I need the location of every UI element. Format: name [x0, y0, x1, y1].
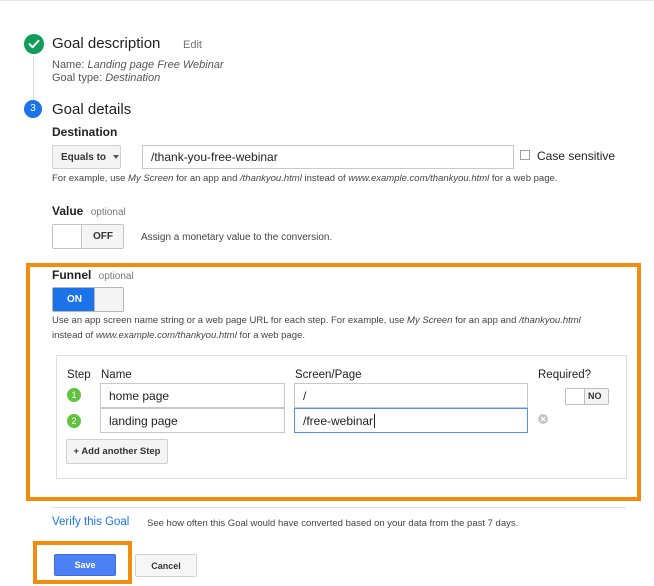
help-text-part: instead of — [52, 330, 96, 341]
destination-input[interactable]: /thank-you-free-webinar — [142, 145, 514, 169]
step-name-input[interactable]: landing page — [100, 408, 285, 433]
step-name-value: home page — [109, 388, 170, 403]
step-name-input[interactable]: home page — [100, 383, 285, 408]
add-step-button[interactable]: + Add another Step — [66, 439, 168, 464]
cancel-button[interactable]: Cancel — [135, 554, 197, 577]
step-screen-input[interactable]: / — [294, 383, 528, 408]
step-number-dot: 1 — [67, 388, 81, 402]
goal-type-value: Destination — [105, 72, 161, 84]
toggle-knob — [94, 288, 123, 311]
goal-type-prefix: Goal type: — [52, 72, 106, 84]
help-text-example: /thankyou.html — [240, 173, 302, 184]
funnel-help-text: Use an app screen name string or a web p… — [52, 313, 622, 343]
step-number-badge: 3 — [24, 100, 42, 118]
value-optional-tag: optional — [90, 207, 126, 218]
step-screen-value: /free-webinar — [303, 413, 374, 428]
help-text-part: for an app and — [452, 315, 519, 326]
step-screen-value: / — [303, 388, 307, 403]
column-step: Step — [67, 369, 91, 381]
help-text-example: www.example.com/thankyou.html — [348, 173, 490, 184]
help-text-example: /thankyou.html — [519, 315, 581, 326]
goal-name-prefix: Name: — [52, 59, 88, 71]
value-label: Value — [52, 204, 84, 218]
goal-type-line: Goal type: Destination — [52, 72, 160, 84]
destination-input-value: /thank-you-free-webinar — [151, 150, 278, 164]
funnel-label: Funnel — [52, 268, 92, 282]
step-connector-line — [33, 56, 34, 102]
column-name: Name — [101, 369, 132, 381]
edit-goal-description-link[interactable]: Edit — [183, 39, 202, 51]
help-text-example: My Screen — [407, 315, 453, 326]
help-text-part: for an app and — [173, 173, 241, 184]
funnel-label-row: Funnel optional — [52, 268, 134, 282]
toggle-knob — [53, 225, 82, 248]
goal-name-value: Landing page Free Webinar — [87, 59, 224, 71]
help-text-part: for a web page. — [236, 330, 305, 341]
column-required: Required? — [538, 369, 592, 381]
funnel-toggle[interactable]: ON — [52, 287, 124, 312]
help-text-part: Use an app screen name string or a web p… — [52, 315, 408, 326]
top-divider — [0, 0, 654, 1]
value-toggle-state: OFF — [93, 231, 113, 242]
help-text-example: www.example.com/thankyou.html — [95, 330, 237, 341]
value-toggle[interactable]: OFF — [52, 224, 124, 249]
toggle-knob — [566, 389, 585, 404]
remove-step-icon[interactable] — [538, 414, 548, 424]
case-sensitive-checkbox[interactable] — [520, 150, 530, 160]
goal-description-title: Goal description — [52, 35, 161, 52]
goal-name-line: Name: Landing page Free Webinar — [52, 59, 224, 71]
verify-goal-link[interactable]: Verify this Goal — [52, 516, 129, 528]
value-description: Assign a monetary value to the conversio… — [141, 232, 333, 243]
funnel-toggle-state: ON — [67, 294, 82, 305]
section-divider — [52, 507, 626, 508]
save-button[interactable]: Save — [54, 554, 116, 576]
match-type-dropdown[interactable]: Equals to — [52, 145, 121, 169]
required-toggle[interactable]: NO — [565, 388, 609, 405]
dropdown-arrow-icon — [113, 155, 120, 159]
step-number-dot: 2 — [67, 414, 81, 428]
help-text-part: for a web page. — [489, 173, 558, 184]
goal-details-title: Goal details — [52, 101, 132, 118]
funnel-optional-tag: optional — [98, 271, 134, 282]
help-text-part: instead of — [301, 173, 349, 184]
value-label-row: Value optional — [52, 204, 126, 218]
required-toggle-state: NO — [588, 391, 602, 401]
text-cursor — [374, 413, 376, 428]
verify-description: See how often this Goal would have conve… — [147, 518, 519, 529]
destination-label: Destination — [52, 125, 118, 139]
column-screen-page: Screen/Page — [295, 369, 362, 381]
destination-help-text: For example, use My Screen for an app an… — [52, 171, 557, 186]
help-text-part: For example, use — [52, 173, 129, 184]
match-type-value: Equals to — [61, 151, 107, 163]
step-name-value: landing page — [109, 413, 178, 428]
step-screen-input[interactable]: /free-webinar — [294, 408, 528, 433]
case-sensitive-label: Case sensitive — [537, 149, 616, 163]
help-text-example: My Screen — [128, 173, 174, 184]
completed-check-icon — [24, 34, 44, 54]
